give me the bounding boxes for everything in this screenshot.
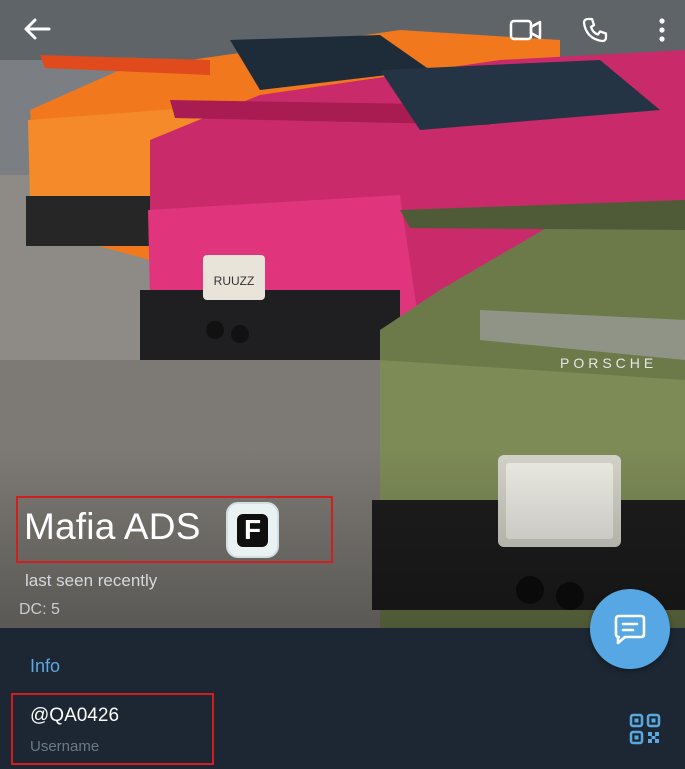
last-seen-status: last seen recently <box>25 571 158 590</box>
video-camera-icon <box>509 19 542 41</box>
username-value[interactable]: @QA0426 <box>30 705 119 727</box>
dc-label: DC: 5 <box>19 601 60 618</box>
voice-call-button[interactable] <box>573 8 617 52</box>
username-caption: Username <box>30 738 100 755</box>
emoji-status-badge[interactable]: F <box>226 502 279 558</box>
more-options-button[interactable] <box>640 8 684 52</box>
info-section-title: Info <box>30 656 61 676</box>
phone-icon <box>582 17 608 43</box>
qr-code-icon <box>629 713 661 745</box>
video-call-button[interactable] <box>504 8 548 52</box>
arrow-left-icon <box>24 18 51 40</box>
more-vertical-icon <box>659 18 665 42</box>
back-button[interactable] <box>15 7 59 51</box>
info-panel: Info @QA0426 Username <box>0 628 685 769</box>
top-app-bar <box>0 0 685 60</box>
profile-name: Mafia ADS <box>24 506 201 547</box>
qr-code-button[interactable] <box>628 712 662 746</box>
profile-header-photo[interactable]: RUUZZ PORSCHE Mafia ADS F last seen rece… <box>0 0 685 628</box>
svg-text:RUUZZ: RUUZZ <box>214 274 255 288</box>
badge-letter: F <box>237 513 268 547</box>
send-message-button[interactable] <box>590 589 670 669</box>
svg-text:PORSCHE: PORSCHE <box>560 355 657 371</box>
message-icon <box>614 614 646 645</box>
